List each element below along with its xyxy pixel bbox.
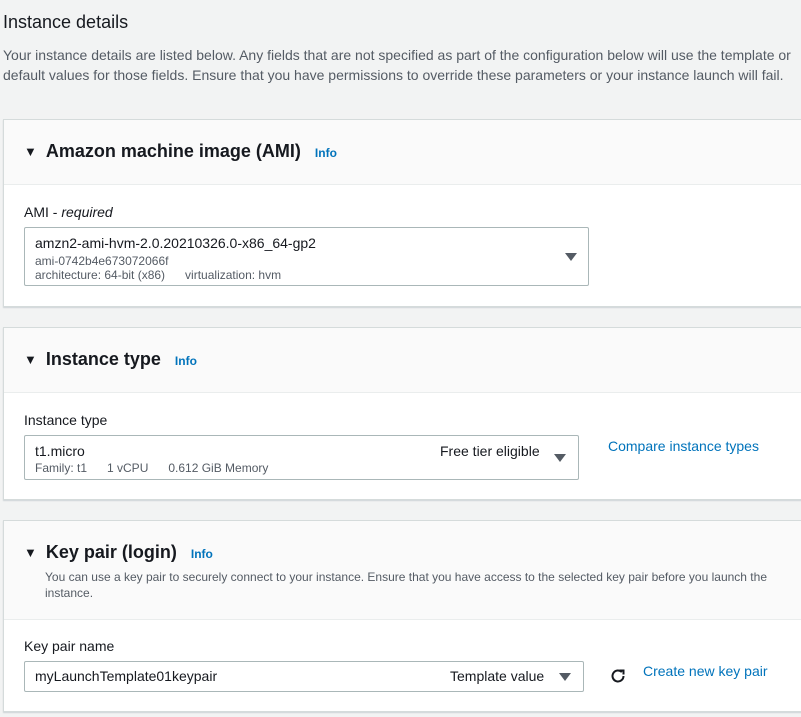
key-pair-info-link[interactable]: Info (191, 547, 213, 561)
caret-down-icon (565, 253, 577, 261)
caret-down-icon[interactable]: ▼ (24, 144, 37, 159)
ami-id: ami-0742b4e673072066f (35, 254, 169, 268)
instance-type-section-body: Instance type t1.micro Family: t1 1 vCPU… (4, 393, 801, 499)
instance-type-select[interactable]: t1.micro Family: t1 1 vCPU 0.612 GiB Mem… (24, 435, 579, 480)
ami-section-header[interactable]: ▼ Amazon machine image (AMI) Info (4, 120, 801, 185)
caret-down-icon[interactable]: ▼ (24, 545, 37, 560)
key-pair-label: Key pair name (24, 638, 115, 654)
page-title: Instance details (3, 12, 129, 32)
ami-info-link[interactable]: Info (315, 146, 337, 160)
template-value-label: Template value (450, 668, 545, 684)
key-pair-description: You can use a key pair to securely conne… (45, 570, 767, 600)
key-pair-section: ▼ Key pair (login) Info You can use a ke… (3, 520, 801, 712)
ami-section-title: Amazon machine image (AMI) (45, 141, 301, 161)
instance-type-section-title: Instance type (45, 349, 161, 369)
page-description: Your instance details are listed below. … (3, 47, 791, 83)
instance-type-info-link[interactable]: Info (175, 354, 197, 368)
caret-down-icon (559, 673, 571, 681)
instance-type-meta: Family: t1 1 vCPU 0.612 GiB Memory (35, 461, 269, 475)
caret-down-icon (554, 454, 566, 462)
required-text: required (61, 204, 113, 220)
ami-section: ▼ Amazon machine image (AMI) Info AMI - … (3, 119, 801, 307)
refresh-icon[interactable] (609, 667, 627, 685)
key-pair-section-body: Key pair name myLaunchTemplate01keypair … (4, 620, 801, 711)
key-pair-value: myLaunchTemplate01keypair (35, 668, 218, 684)
compare-instance-types-link[interactable]: Compare instance types (608, 438, 759, 454)
ami-section-body: AMI - required amzn2-ami-hvm-2.0.2021032… (4, 185, 801, 306)
instance-type-section: ▼ Instance type Info Instance type t1.mi… (3, 327, 801, 500)
ami-name: amzn2-ami-hvm-2.0.20210326.0-x86_64-gp2 (35, 235, 316, 251)
ami-label: AMI - required (24, 204, 113, 220)
instance-type-label: Instance type (24, 412, 108, 428)
instance-type-section-header[interactable]: ▼ Instance type Info (4, 328, 801, 393)
caret-down-icon[interactable]: ▼ (24, 352, 37, 367)
create-new-key-pair-link[interactable]: Create new key pair (643, 663, 768, 679)
ami-label-text: AMI (24, 204, 49, 220)
key-pair-section-header[interactable]: ▼ Key pair (login) Info You can use a ke… (4, 521, 801, 620)
ami-meta: architecture: 64-bit (x86) virtualizatio… (35, 268, 282, 282)
instance-type-value: t1.micro (35, 443, 85, 459)
key-pair-select[interactable]: myLaunchTemplate01keypair Template value (24, 661, 584, 692)
free-tier-badge: Free tier eligible (440, 443, 540, 459)
ami-select[interactable]: amzn2-ami-hvm-2.0.20210326.0-x86_64-gp2 … (24, 227, 589, 286)
key-pair-section-title: Key pair (login) (45, 542, 177, 562)
